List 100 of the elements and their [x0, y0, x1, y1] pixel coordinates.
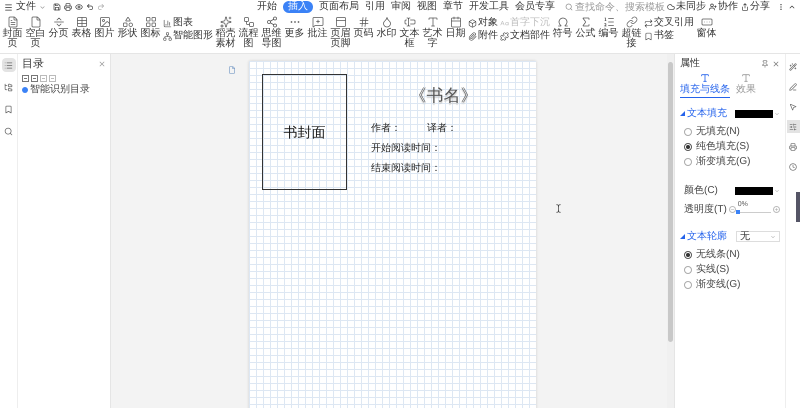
ribbon-button[interactable]: 日期 [445, 16, 466, 39]
book-title: 《书名》 [410, 85, 478, 107]
ribbon-tab[interactable]: 引用 [365, 2, 385, 12]
section-title[interactable]: 文本轮廓 [687, 229, 727, 244]
ribbon-tab[interactable]: 章节 [443, 2, 463, 12]
section-title[interactable]: 文本填充 [687, 106, 727, 121]
ribbon-tab[interactable]: 页面布局 [319, 2, 359, 12]
option-label: 渐变填充(G) [696, 154, 750, 169]
ribbon-tab[interactable]: 审阅 [391, 2, 411, 12]
ribbon-button[interactable]: 附件 [468, 31, 498, 41]
collapse-icon[interactable] [788, 3, 796, 11]
option-label: 实线(S) [696, 262, 730, 277]
numbered-list-icon [602, 16, 614, 28]
radio-button[interactable] [684, 158, 692, 166]
search-icon [565, 3, 573, 11]
ribbon-button[interactable]: 书签 [644, 31, 694, 41]
toolbar-button[interactable]: 分享 [741, 2, 770, 12]
ribbon-button[interactable]: 流程图 [238, 16, 259, 49]
document-icon[interactable] [228, 66, 236, 74]
sidebar-tab[interactable] [2, 58, 16, 72]
text-box-icon [404, 16, 416, 28]
ribbon-button[interactable]: 页眉页脚 [330, 16, 351, 49]
printer-icon [789, 142, 797, 150]
collapse-triangle-icon[interactable] [680, 234, 685, 239]
ribbon-button[interactable]: 窗体 [696, 16, 717, 39]
toolbar-button[interactable]: 协作 [709, 2, 738, 12]
ribbon-button[interactable]: 图标 [140, 16, 161, 39]
grid-icon [144, 16, 156, 28]
puzzle-icon [500, 32, 509, 40]
ribbon-tab[interactable]: 会员专享 [515, 2, 555, 12]
close-icon[interactable] [772, 60, 780, 68]
radio-button[interactable] [684, 280, 692, 288]
panel-tab[interactable]: 填充与线条 [680, 73, 730, 98]
ribbon-button[interactable]: 页码 [353, 16, 374, 39]
clock-icon [789, 162, 797, 170]
ribbon-button[interactable]: 图表 [163, 18, 213, 28]
scrollbar-thumb[interactable] [668, 62, 673, 342]
ribbon-button[interactable]: 空白页 [25, 16, 46, 49]
collapse-triangle-icon[interactable] [680, 111, 685, 116]
ribbon-button[interactable]: 对象 [468, 18, 498, 28]
form-icon [700, 16, 712, 28]
ribbon-button[interactable]: 形状 [117, 16, 138, 39]
smart-toc-button[interactable]: 智能识别目录 [22, 84, 106, 94]
printer-icon[interactable] [64, 3, 72, 11]
ribbon-button[interactable]: 表格 [71, 16, 92, 39]
outline-level-icon[interactable] [22, 74, 29, 82]
ribbon-button[interactable]: 封面页 [2, 16, 23, 49]
hash-icon [358, 16, 370, 28]
radio-button[interactable] [684, 128, 692, 136]
ribbon-tab[interactable]: 开发工具 [469, 2, 509, 12]
sigma-icon [580, 16, 592, 28]
pane-title[interactable]: 属性 [680, 56, 700, 71]
ribbon-button[interactable]: 分页 [48, 16, 69, 39]
drop-cap-icon [500, 18, 509, 28]
ribbon-button[interactable]: 图片 [94, 16, 115, 39]
search-field[interactable]: 查找命令、搜索模板 [565, 2, 667, 12]
blank-page-icon [30, 16, 42, 28]
ribbon-button[interactable]: 文本框 [399, 16, 420, 49]
ribbon-tab[interactable]: 插入 [283, 1, 313, 13]
ribbon-tab[interactable]: 开始 [257, 2, 277, 12]
undo-icon[interactable] [86, 3, 94, 11]
ribbon-button[interactable]: 水印 [376, 16, 397, 39]
ribbon-button[interactable]: 艺术字 [422, 16, 443, 49]
color-dropdown[interactable] [735, 110, 780, 118]
outline-dropdown[interactable]: 无 [736, 231, 780, 242]
ribbon-button[interactable]: 智能图形 [163, 31, 213, 41]
user-plus-icon [709, 3, 717, 11]
ribbon-button[interactable]: 超链接 [621, 16, 642, 49]
radio-button[interactable] [684, 266, 692, 274]
save-icon[interactable] [53, 3, 61, 11]
file-menu[interactable]: 文件 [16, 2, 36, 12]
pin-icon[interactable] [761, 60, 769, 68]
preview-icon[interactable] [75, 3, 83, 11]
close-icon[interactable] [98, 60, 106, 68]
comment-icon [312, 16, 324, 28]
ribbon-tab[interactable]: 视图 [417, 2, 437, 12]
ribbon-button[interactable]: 符号 [552, 16, 573, 39]
ribbon-button[interactable]: 稻壳素材 [215, 16, 236, 49]
ribbon-button[interactable]: 批注 [307, 16, 328, 39]
ribbon-button[interactable]: 编号 [598, 16, 619, 39]
link-icon [626, 16, 638, 28]
option-label: 无填充(N) [696, 124, 740, 139]
sidebar-tab[interactable] [786, 120, 800, 133]
pen-icon [789, 82, 797, 90]
side-handle[interactable] [796, 192, 800, 222]
ribbon-button[interactable]: 交叉引用 [644, 18, 694, 28]
mind-map-icon [266, 16, 278, 28]
ribbon-button[interactable]: 更多 [284, 16, 305, 39]
toolbar-button[interactable]: 未同步 [667, 2, 706, 12]
ribbon-button[interactable]: 公式 [575, 16, 596, 39]
slider-thumb[interactable] [736, 210, 740, 214]
outline-level-icon[interactable] [31, 74, 38, 82]
radio-button[interactable] [684, 250, 692, 258]
menu-icon[interactable] [4, 2, 13, 12]
image-icon [98, 16, 110, 28]
color-dropdown[interactable] [735, 186, 780, 194]
field-label: 颜色(C) [684, 184, 718, 198]
ribbon-button[interactable]: 文档部件 [500, 31, 550, 41]
ribbon-button[interactable]: 思维导图 [261, 16, 282, 49]
radio-button[interactable] [684, 142, 692, 150]
